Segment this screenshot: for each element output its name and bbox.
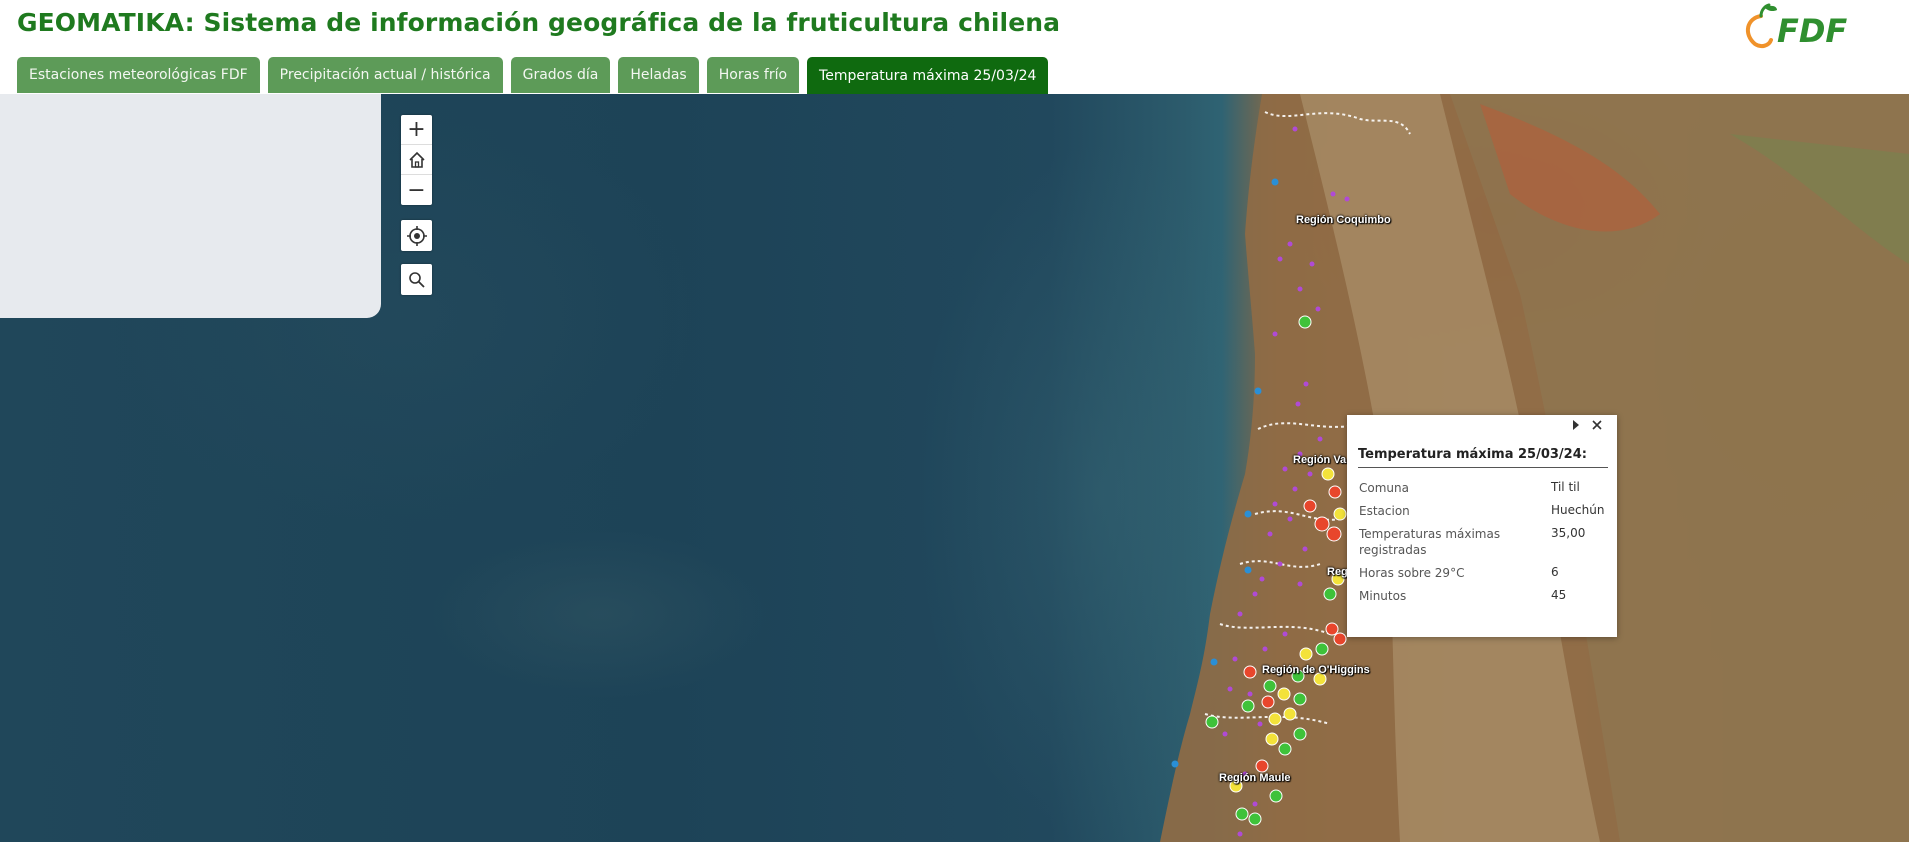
zoom-out-button[interactable]: − (401, 175, 432, 205)
app-header: GEOMATIKA: Sistema de información geográ… (0, 0, 1909, 94)
home-button[interactable] (401, 145, 432, 175)
zoom-out-icon: − (407, 177, 426, 203)
popup-title: Temperatura máxima 25/03/24: (1358, 447, 1608, 468)
fdf-logo: FDF (1739, 2, 1889, 52)
tab-grados-dia[interactable]: Grados día (510, 57, 611, 93)
logo-mark (1745, 3, 1777, 49)
tab-estaciones[interactable]: Estaciones meteorológicas FDF (17, 57, 260, 93)
locate-button[interactable] (401, 220, 432, 251)
table-row: Temperaturas máximas registradas 35,00 (1359, 523, 1615, 562)
table-row: Estacion Huechún (1359, 500, 1615, 523)
region-label-valparaiso: Región Va (1293, 454, 1347, 466)
tab-temperatura-maxima[interactable]: Temperatura máxima 25/03/24 (807, 57, 1049, 94)
attr-value: 6 (1551, 565, 1559, 579)
table-row: Minutos 45 (1359, 585, 1615, 608)
popup-attributes: Comuna Til til Estacion Huechún Temperat… (1359, 477, 1615, 608)
attr-key: Estacion (1359, 504, 1410, 518)
tab-heladas[interactable]: Heladas (618, 57, 699, 93)
attr-key: Horas sobre 29°C (1359, 566, 1465, 580)
zoom-in-button[interactable]: + (401, 115, 432, 145)
home-icon (408, 151, 425, 168)
info-popup: Temperatura máxima 25/03/24: Comuna Til … (1347, 415, 1617, 637)
attr-value: Huechún (1551, 503, 1605, 517)
popup-dock-button[interactable] (1571, 419, 1581, 435)
tab-bar: Estaciones meteorológicas FDF Precipitac… (17, 57, 1049, 94)
zoom-controls: + − (401, 115, 432, 205)
zoom-in-icon: + (407, 117, 426, 142)
region-label-ohiggins: Región de O'Higgins (1262, 664, 1370, 676)
page-title: GEOMATIKA: Sistema de información geográ… (17, 8, 1061, 37)
close-icon (1592, 420, 1602, 430)
region-label-maule: Región Maule (1219, 772, 1291, 784)
attr-key: Comuna (1359, 481, 1409, 495)
region-label-coquimbo: Región Coquimbo (1296, 214, 1391, 226)
attr-value: 35,00 (1551, 526, 1586, 540)
search-icon (408, 271, 425, 288)
tab-precipitacion[interactable]: Precipitación actual / histórica (267, 57, 503, 93)
attr-value: Til til (1551, 480, 1580, 494)
popup-controls (1571, 419, 1603, 435)
locate-icon (406, 225, 427, 246)
side-panel (0, 94, 381, 318)
popup-close-button[interactable] (1591, 419, 1603, 435)
table-row: Horas sobre 29°C 6 (1359, 562, 1615, 585)
logo-text: FDF (1777, 12, 1847, 50)
attr-key: Temperaturas máximas registradas (1359, 527, 1501, 557)
tab-horas-frio[interactable]: Horas frío (706, 57, 800, 93)
table-row: Comuna Til til (1359, 477, 1615, 500)
attr-key: Minutos (1359, 589, 1407, 603)
search-button[interactable] (401, 264, 432, 295)
attr-value: 45 (1551, 588, 1567, 602)
caret-right-icon (1573, 420, 1579, 430)
